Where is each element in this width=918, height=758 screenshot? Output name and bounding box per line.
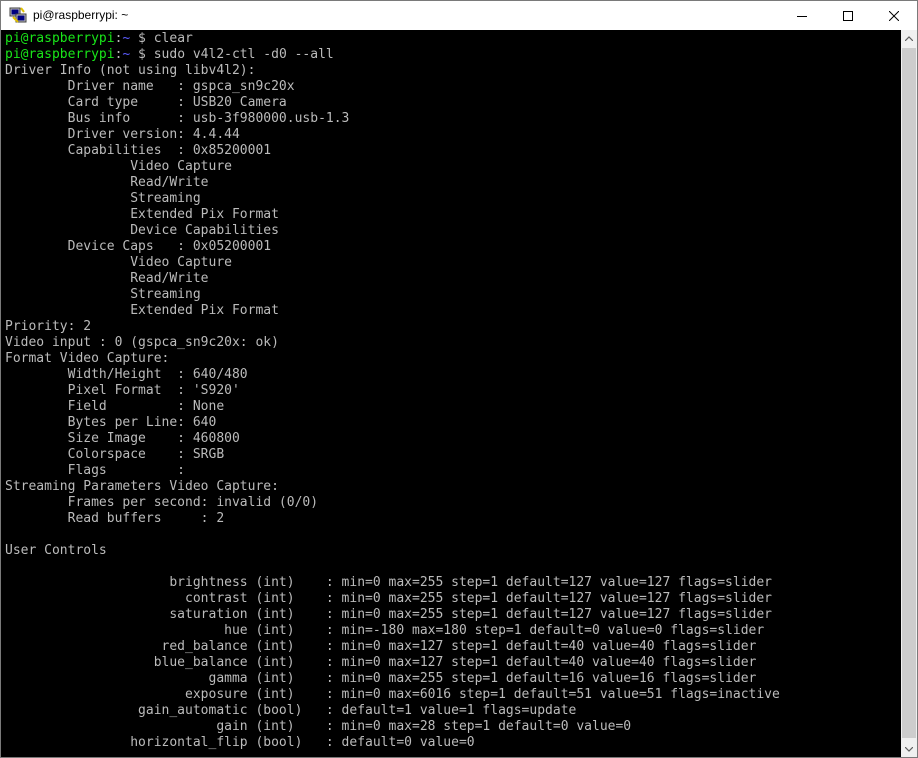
output-line: Read/Write xyxy=(5,271,209,286)
output-line: Card type : USB20 Camera xyxy=(5,95,287,110)
maximize-icon xyxy=(843,10,853,21)
output-line: Field : None xyxy=(5,399,225,414)
prompt-symbol: $ xyxy=(130,31,154,46)
output-line: Driver version: 4.4.44 xyxy=(5,127,240,142)
output-line: Bus info : usb-3f980000.usb-1.3 xyxy=(5,111,350,126)
output-line: Streaming Parameters Video Capture: xyxy=(5,479,279,494)
output-line: horizontal_flip (bool) : default=0 value… xyxy=(5,735,475,750)
output-line: Video input : 0 (gspca_sn9c20x: ok) xyxy=(5,335,279,350)
output-line: Video Capture xyxy=(5,159,232,174)
command-text: sudo v4l2-ctl -d0 --all xyxy=(153,47,334,62)
output-line: exposure (int) : min=0 max=6016 step=1 d… xyxy=(5,687,780,702)
output-line: Video Capture xyxy=(5,255,232,270)
output-line: Device Caps : 0x05200001 xyxy=(5,239,272,254)
command-text: clear xyxy=(153,31,193,46)
minimize-button[interactable] xyxy=(779,1,825,30)
output-line: Capabilities : 0x85200001 xyxy=(5,143,272,158)
prompt-user-host: pi@raspberrypi xyxy=(5,31,115,46)
putty-icon[interactable] xyxy=(9,7,27,24)
output-line: Frames per second: invalid (0/0) xyxy=(5,495,319,510)
output-line: brightness (int) : min=0 max=255 step=1 … xyxy=(5,575,773,590)
window-title: pi@raspberrypi: ~ xyxy=(33,8,129,22)
output-line: Colorspace : SRGB xyxy=(5,447,225,462)
output-line: Driver Info (not using libv4l2): xyxy=(5,63,256,78)
title-bar[interactable]: pi@raspberrypi: ~ xyxy=(1,1,917,30)
output-line: gain (int) : min=0 max=28 step=1 default… xyxy=(5,719,632,734)
terminal-window: pi@raspberrypi: ~ pi@raspberrypi:~ $ cle… xyxy=(0,0,918,758)
output-line: Extended Pix Format xyxy=(5,303,279,318)
output-line: gain_automatic (bool) : default=1 value=… xyxy=(5,703,577,718)
close-button[interactable] xyxy=(871,1,917,30)
scroll-down-arrow-icon xyxy=(905,747,913,752)
command-line: pi@raspberrypi:~ $ clear xyxy=(5,31,780,47)
output-line: contrast (int) : min=0 max=255 step=1 de… xyxy=(5,591,773,606)
output-line: Driver name : gspca_sn9c20x xyxy=(5,79,295,94)
maximize-button[interactable] xyxy=(825,1,871,30)
command-line: pi@raspberrypi:~ $ sudo v4l2-ctl -d0 --a… xyxy=(5,47,780,63)
vertical-scrollbar[interactable] xyxy=(901,30,917,757)
output-line: Read buffers : 2 xyxy=(5,511,225,526)
output-line: Size Image : 460800 xyxy=(5,431,240,446)
scroll-up-arrow-icon xyxy=(905,36,913,41)
output-line: Bytes per Line: 640 xyxy=(5,415,217,430)
output-line: Device Capabilities xyxy=(5,223,279,238)
output-line xyxy=(5,559,780,575)
output-line: Streaming xyxy=(5,191,201,206)
output-line xyxy=(5,527,780,543)
output-line: Flags : xyxy=(5,463,186,478)
output-line: saturation (int) : min=0 max=255 step=1 … xyxy=(5,607,773,622)
scroll-up-button[interactable] xyxy=(901,30,917,47)
scrollbar-thumb[interactable] xyxy=(902,48,916,738)
prompt-symbol: $ xyxy=(130,47,154,62)
output-line: Extended Pix Format xyxy=(5,207,279,222)
output-line: Streaming xyxy=(5,287,201,302)
output-line: Format Video Capture: xyxy=(5,351,170,366)
output-line: hue (int) : min=-180 max=180 step=1 defa… xyxy=(5,623,765,638)
output-line: red_balance (int) : min=0 max=127 step=1… xyxy=(5,639,757,654)
output-line: gamma (int) : min=0 max=255 step=1 defau… xyxy=(5,671,757,686)
minimize-icon xyxy=(797,15,807,17)
output-line: Read/Write xyxy=(5,175,209,190)
terminal-area[interactable]: pi@raspberrypi:~ $ clear pi@raspberrypi:… xyxy=(1,30,901,757)
scroll-down-button[interactable] xyxy=(901,741,917,757)
output-line: Pixel Format : 'S920' xyxy=(5,383,240,398)
terminal-lines: pi@raspberrypi:~ $ clear pi@raspberrypi:… xyxy=(5,31,780,751)
output-line: blue_balance (int) : min=0 max=127 step=… xyxy=(5,655,757,670)
close-icon xyxy=(889,10,899,21)
output-line: Width/Height : 640/480 xyxy=(5,367,248,382)
prompt-user-host: pi@raspberrypi xyxy=(5,47,115,62)
output-line: Priority: 2 xyxy=(5,319,92,334)
output-line: User Controls xyxy=(5,543,107,558)
